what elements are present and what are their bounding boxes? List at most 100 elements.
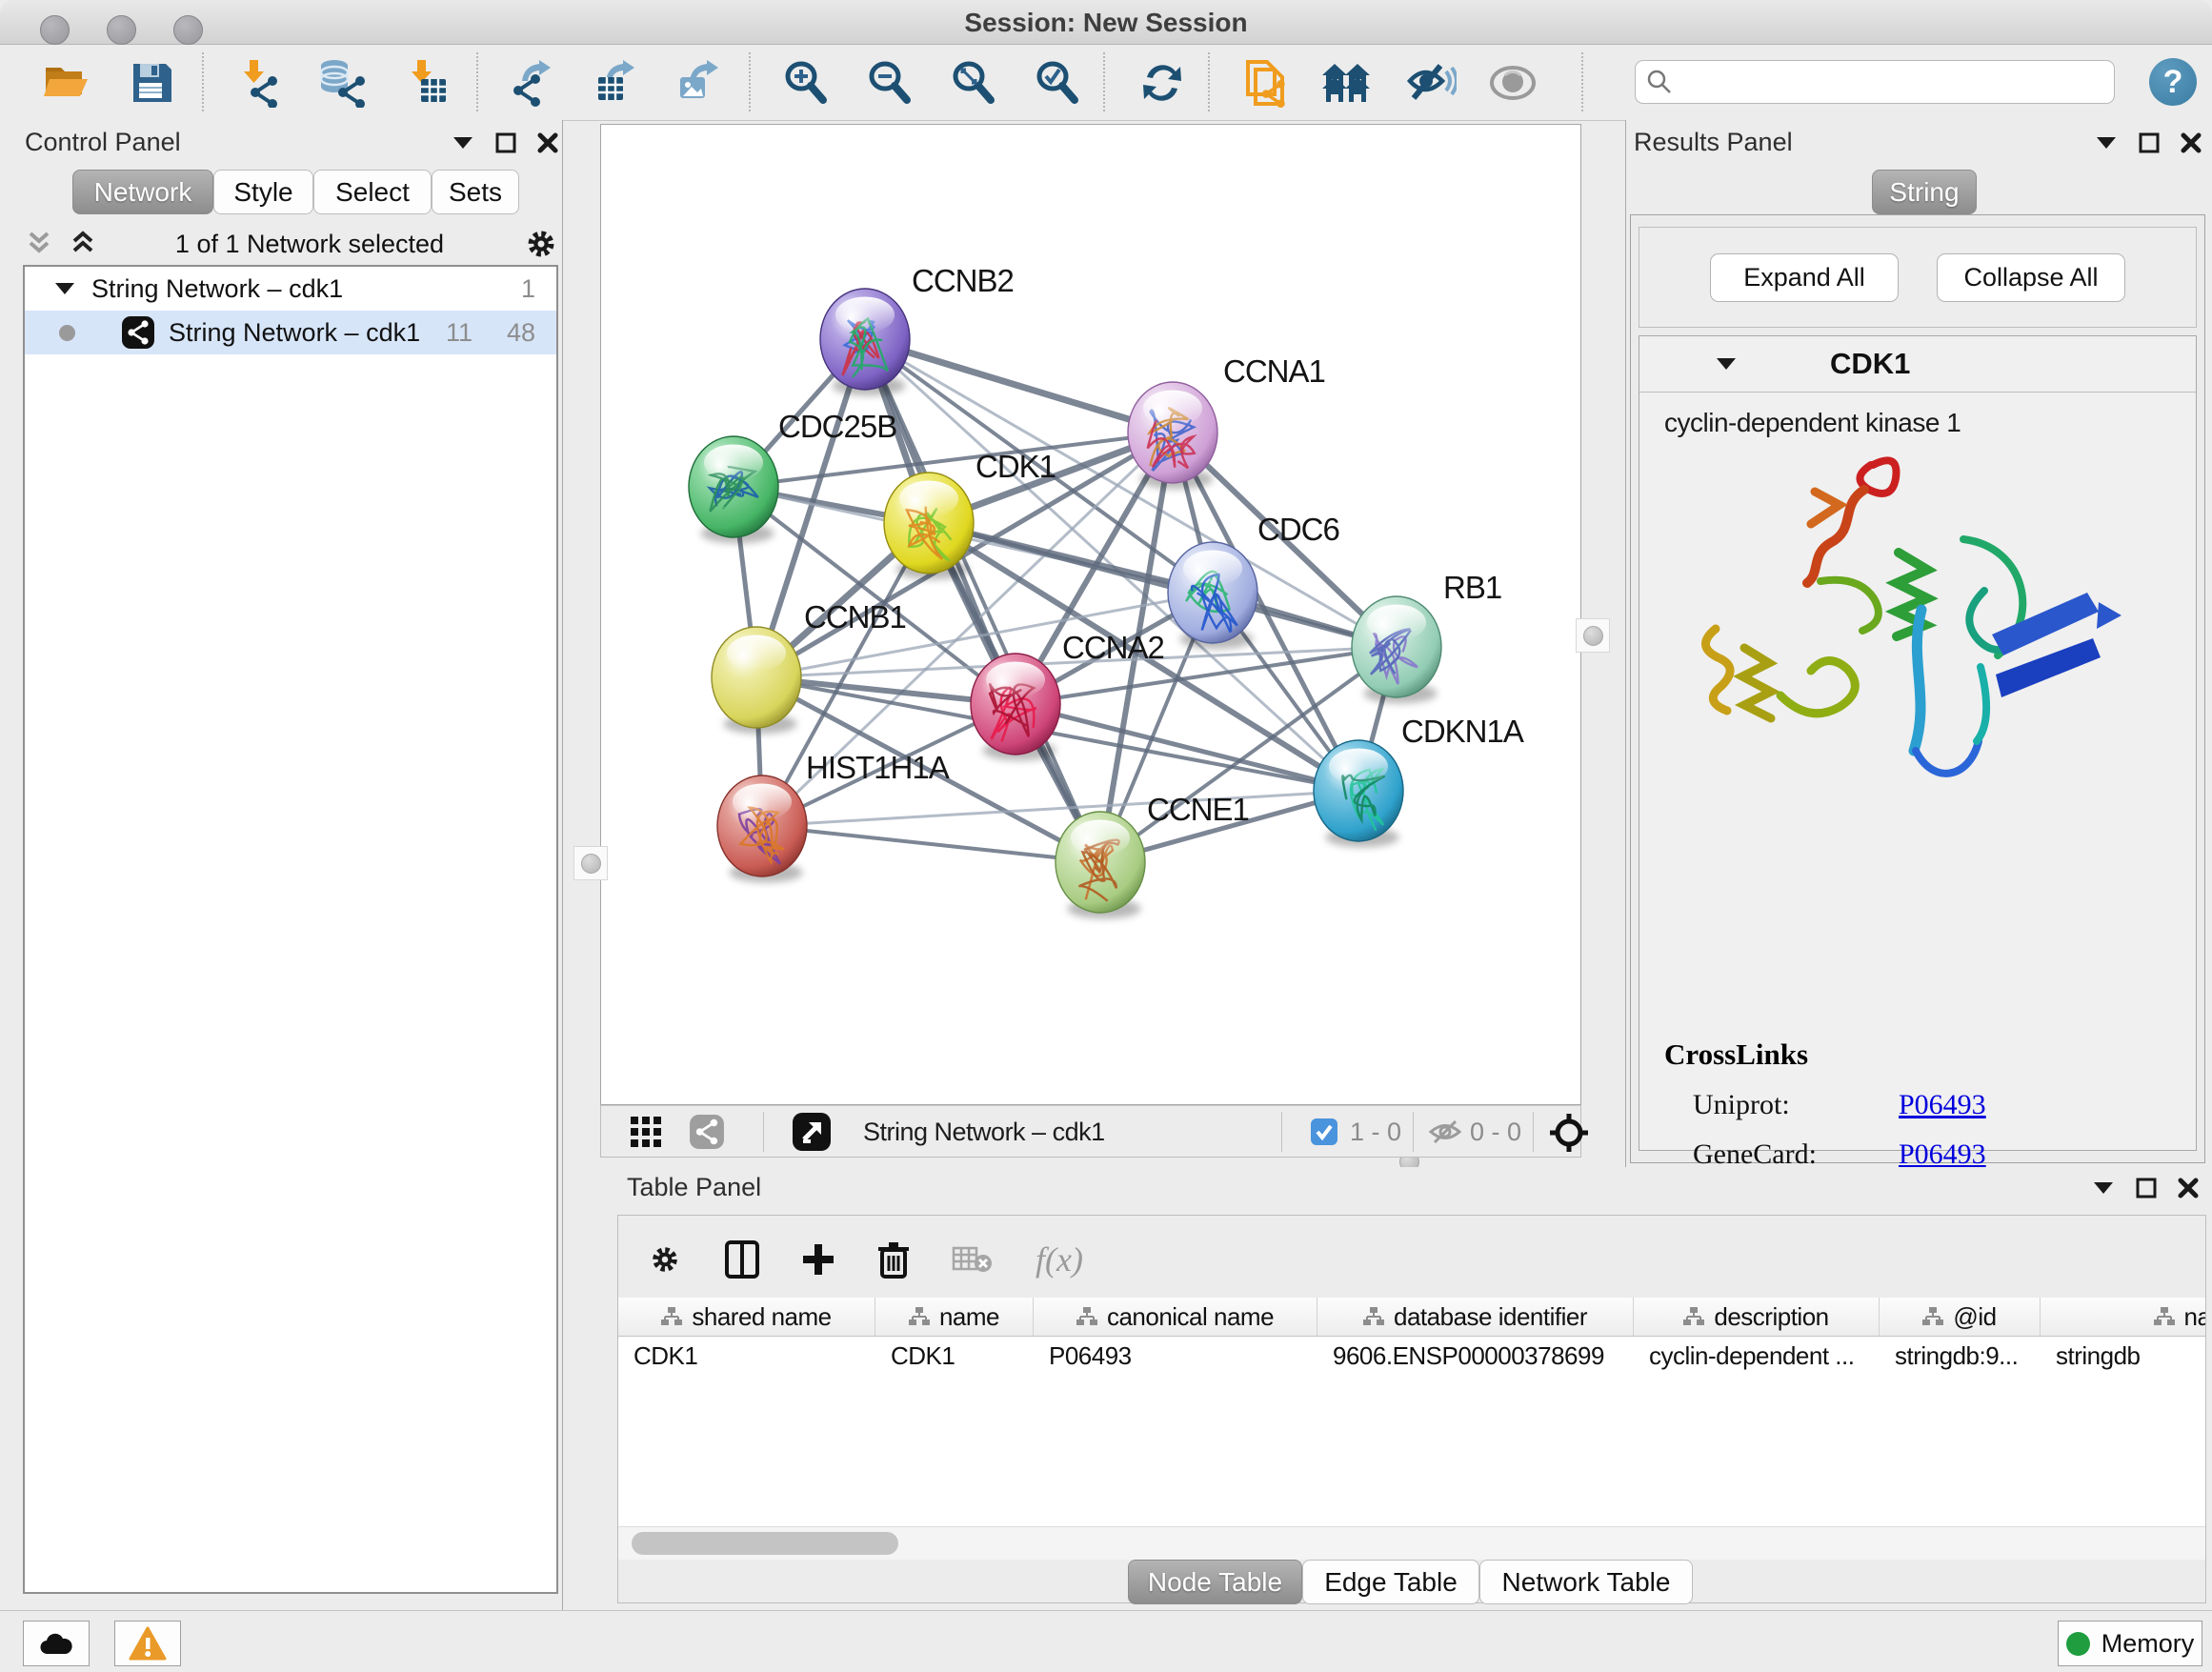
export-image-icon[interactable] [673,58,726,108]
scrollbar-thumb[interactable] [632,1532,898,1555]
network-node-RB1[interactable] [1352,596,1441,703]
selected-checkbox-icon[interactable] [1310,1118,1338,1146]
network-node-CDK1[interactable] [884,473,974,579]
column-header-canonical-name[interactable]: canonical name [1034,1298,1317,1336]
control-panel-tabs: NetworkStyleSelectSets [72,170,519,214]
string-import-icon[interactable] [1238,58,1292,108]
panel-menu-caret-icon[interactable] [2092,1179,2115,1197]
network-node-CDKN1A[interactable] [1314,740,1403,847]
birds-eye-view-icon[interactable] [792,1112,832,1152]
panel-menu-caret-icon[interactable] [2095,134,2118,151]
network-canvas[interactable]: CCNB2CCNA1CDC25BCDK1CDC6RB1CCNB1CCNA2CDK… [600,124,1581,1105]
cell[interactable]: stringdb:9... [1880,1337,2041,1375]
tab-string[interactable]: String [1872,170,1977,214]
collapse-all-tree-icon[interactable] [25,228,53,260]
column-header-namespace[interactable]: namespace [2041,1298,2205,1336]
tab-sets[interactable]: Sets [432,170,519,214]
right-splitter-handle[interactable] [1576,618,1610,653]
network-view-toolbar: String Network – cdk1 1 - 0 0 - 0 [600,1105,1581,1158]
table-horizontal-scrollbar[interactable] [618,1526,2205,1560]
edge-count: 48 [507,318,535,348]
zoom-out-icon[interactable] [863,58,916,108]
expand-all-tree-icon[interactable] [69,228,97,260]
node-label-CDKN1A: CDKN1A [1401,714,1524,749]
grid-view-icon[interactable] [630,1116,662,1148]
network-node-CCNB1[interactable] [712,627,801,734]
tab-node-table[interactable]: Node Table [1128,1560,1302,1604]
tab-style[interactable]: Style [213,170,313,214]
import-network-icon[interactable] [234,58,288,108]
column-header-database-identifier[interactable]: database identifier [1317,1298,1634,1336]
network-node-HIST1H1A[interactable] [717,776,807,882]
network-node-CCNB2[interactable] [820,289,910,395]
network-collection-row[interactable]: String Network – cdk1 1 [25,267,556,311]
hidden-eye-icon[interactable] [1428,1118,1462,1146]
export-network-icon[interactable] [505,58,558,108]
panel-float-icon[interactable] [2139,132,2160,153]
warnings-button[interactable] [114,1621,181,1666]
network-node-CCNA2[interactable] [971,654,1060,760]
gene-collapse-caret-icon[interactable] [1714,354,1739,373]
table-row[interactable]: CDK1CDK1P064939606.ENSP00000378699cyclin… [618,1337,2205,1375]
create-column-plus-icon[interactable] [801,1242,835,1277]
panel-float-icon[interactable] [495,132,516,153]
network-node-CDC25B[interactable] [689,436,778,543]
help-icon[interactable]: ? [2149,58,2197,106]
cell[interactable]: CDK1 [618,1337,875,1375]
import-database-icon[interactable] [316,58,370,108]
tab-network[interactable]: Network [72,170,213,214]
left-splitter-handle[interactable] [573,846,608,880]
cell[interactable]: stringdb [2041,1337,2205,1375]
panel-close-icon[interactable] [2181,132,2202,153]
open-folder-icon[interactable] [40,58,93,108]
delete-column-trash-icon[interactable] [877,1240,910,1279]
string-network-badge-icon[interactable] [689,1114,725,1150]
network-options-gear-icon[interactable] [522,225,560,263]
cell[interactable]: CDK1 [875,1337,1034,1375]
column-header-name[interactable]: name [875,1298,1034,1336]
crosslink-link[interactable]: P06493 [1899,1138,1986,1171]
panel-close-icon[interactable] [537,132,558,153]
cell[interactable]: 9606.ENSP00000378699 [1317,1337,1634,1375]
search-input[interactable] [1683,67,2114,98]
title-bar: Session: New Session [0,0,2212,45]
zoom-selected-icon[interactable] [1031,58,1084,108]
cloud-button[interactable] [23,1621,90,1666]
panel-float-icon[interactable] [2136,1178,2157,1199]
search-box[interactable] [1635,60,2115,104]
node-label-CCNA1: CCNA1 [1223,353,1325,389]
crosslink-link[interactable]: P06493 [1899,1089,1986,1121]
tab-edge-table[interactable]: Edge Table [1302,1560,1479,1604]
home-pair-icon[interactable] [1320,58,1374,108]
tab-select[interactable]: Select [313,170,432,214]
attribute-icon [1076,1307,1097,1326]
network-row-selected[interactable]: String Network – cdk1 11 48 [25,311,556,354]
zoom-fit-icon[interactable] [947,58,1000,108]
crosshair-icon[interactable] [1548,1112,1590,1154]
network-node-CCNA1[interactable] [1128,382,1217,489]
collapse-all-button[interactable]: Collapse All [1937,253,2125,302]
save-icon[interactable] [126,58,179,108]
panel-close-icon[interactable] [2178,1178,2199,1199]
table-settings-gear-icon[interactable] [647,1241,683,1278]
cell[interactable]: cyclin-dependent ... [1634,1337,1880,1375]
eye-slash-icon[interactable] [1404,58,1458,108]
zoom-in-icon[interactable] [779,58,833,108]
column-header--id[interactable]: @id [1880,1298,2041,1336]
refresh-icon[interactable] [1136,58,1189,108]
memory-button[interactable]: Memory [2058,1621,2202,1666]
tree-expand-caret-icon[interactable] [53,279,76,298]
eye-gray-icon[interactable] [1486,58,1539,108]
network-node-CCNE1[interactable] [1056,812,1145,918]
node-label-CDC6: CDC6 [1257,512,1339,547]
export-table-icon[interactable] [589,58,642,108]
panel-menu-caret-icon[interactable] [452,134,474,151]
column-header-description[interactable]: description [1634,1298,1880,1336]
show-columns-icon[interactable] [725,1240,759,1279]
tab-network-table[interactable]: Network Table [1479,1560,1693,1604]
expand-all-button[interactable]: Expand All [1710,253,1899,302]
import-table-icon[interactable] [402,58,455,108]
cell[interactable]: P06493 [1034,1337,1317,1375]
network-node-CDC6[interactable] [1168,542,1257,649]
column-header-shared-name[interactable]: shared name [618,1298,875,1336]
